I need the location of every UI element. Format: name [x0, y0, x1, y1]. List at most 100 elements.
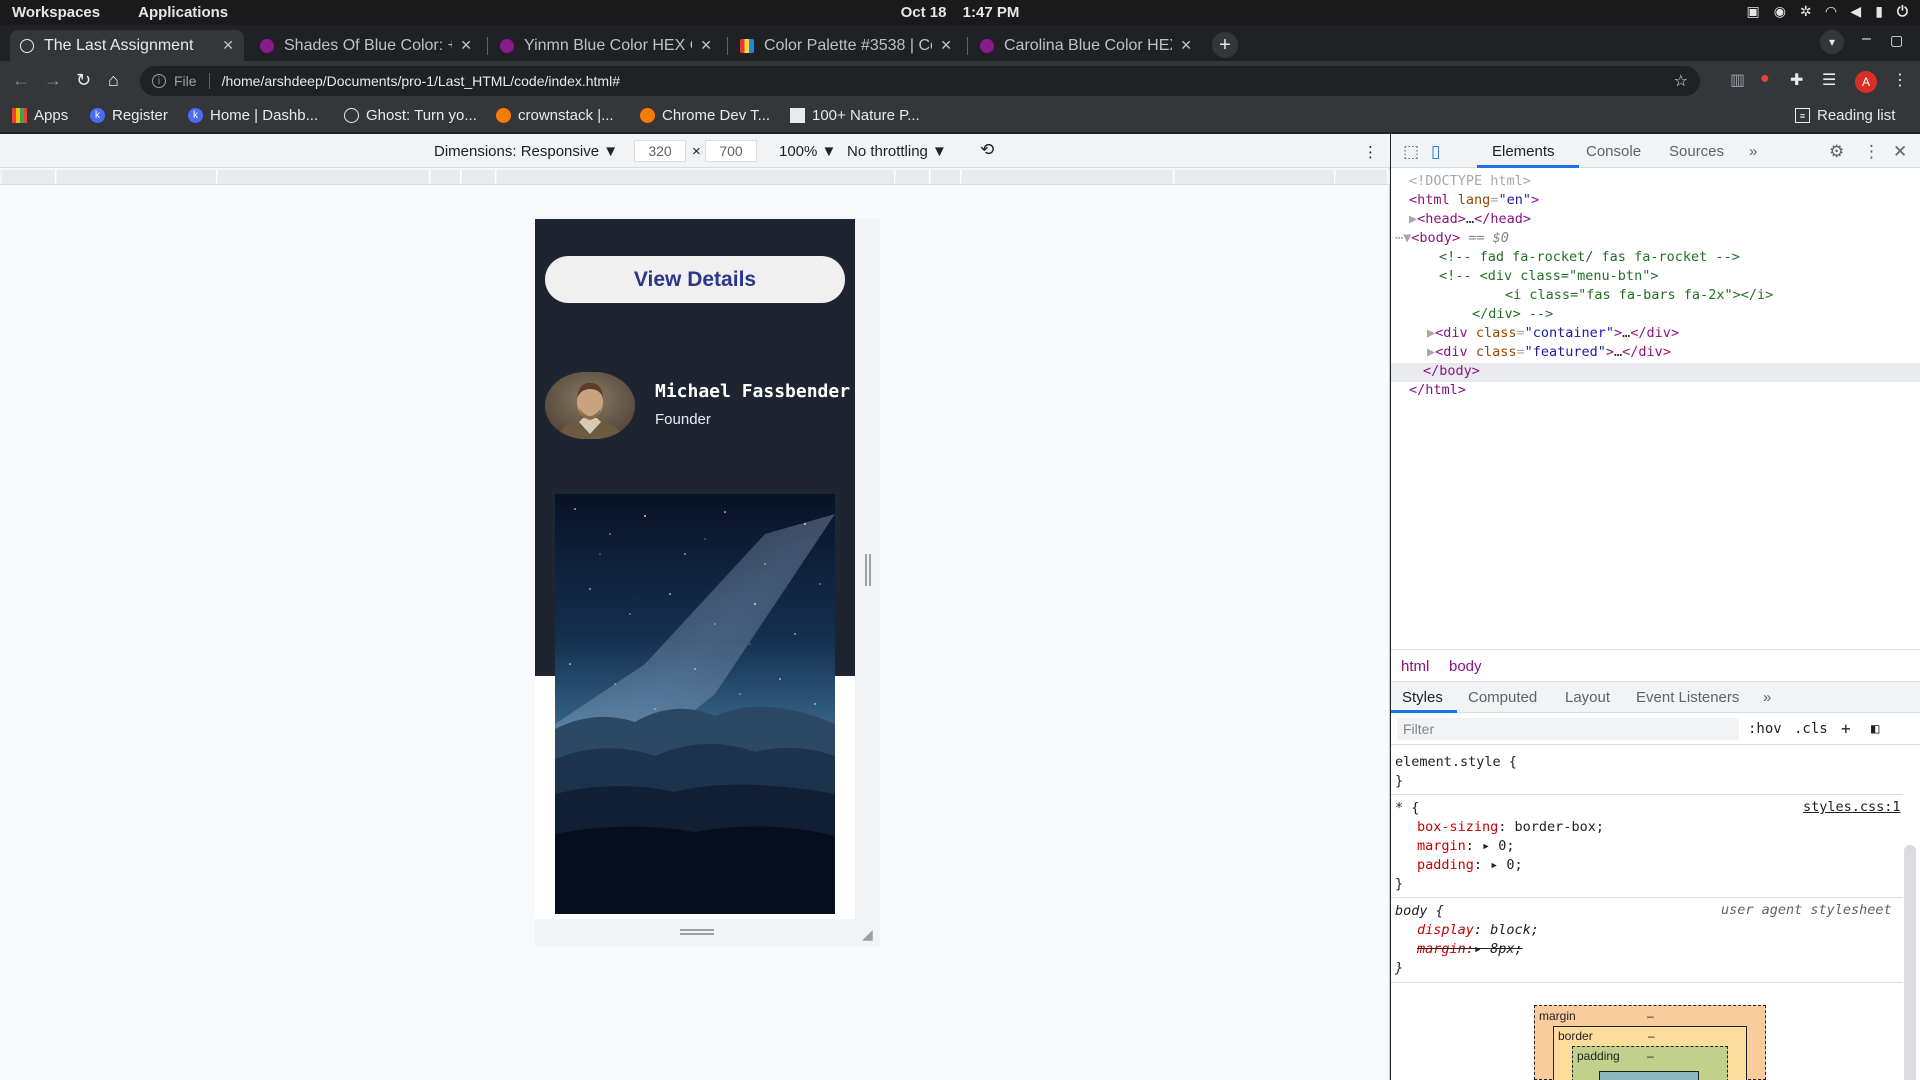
ruler-segment[interactable]: [1336, 170, 1388, 184]
tab-search-icon[interactable]: ▾: [1820, 30, 1844, 54]
ruler-segment[interactable]: [931, 170, 961, 184]
styles-scrollbar[interactable]: [1904, 845, 1916, 1080]
minimize-icon[interactable]: –: [1862, 30, 1871, 48]
device-menu-icon[interactable]: ⋮: [1363, 143, 1378, 161]
dimensions-select[interactable]: Dimensions: Responsive ▼: [434, 143, 618, 160]
new-rule-icon[interactable]: +: [1841, 719, 1851, 738]
ruler-segment[interactable]: [218, 170, 430, 184]
body-selector[interactable]: body {: [1395, 902, 1444, 921]
site-info-icon[interactable]: i: [152, 74, 166, 88]
power-icon[interactable]: ⏻: [1897, 3, 1908, 20]
hover-state-toggle[interactable]: :hov: [1748, 721, 1782, 737]
breadcrumb-body[interactable]: body: [1449, 658, 1482, 675]
volume-icon[interactable]: ◀: [1850, 3, 1861, 20]
device-toggle-icon[interactable]: ▯: [1431, 142, 1440, 162]
stylesheet-link[interactable]: styles.css:1: [1803, 799, 1901, 815]
dom-comment[interactable]: </div> -->: [1472, 305, 1553, 324]
bookmark-home-dashboard[interactable]: k Home | Dashb...: [188, 107, 318, 124]
bookmark-register[interactable]: k Register: [90, 107, 168, 124]
view-details-button[interactable]: View Details: [545, 256, 845, 303]
os-time[interactable]: 1:47 PM: [963, 4, 1020, 21]
extensions-puzzle-icon[interactable]: ✚: [1790, 70, 1803, 90]
tab-layout[interactable]: Layout: [1565, 689, 1610, 706]
ruler-segment[interactable]: [2, 170, 56, 184]
tab-the-last-assignment[interactable]: The Last Assignment ✕: [10, 30, 244, 61]
browser-menu-icon[interactable]: ⋮: [1892, 70, 1908, 90]
close-tab-icon[interactable]: ✕: [940, 37, 952, 54]
close-tab-icon[interactable]: ✕: [700, 37, 712, 54]
tab-styles[interactable]: Styles: [1402, 689, 1443, 706]
more-tabs-icon[interactable]: »: [1763, 689, 1771, 706]
extension-red-icon[interactable]: ●: [1760, 70, 1770, 88]
tab-sources[interactable]: Sources: [1669, 143, 1724, 160]
node-actions-icon[interactable]: ⋯: [1395, 230, 1403, 246]
ruler-segment[interactable]: [431, 170, 461, 184]
dom-body-open[interactable]: ⋯▼<body> == $0: [1395, 229, 1509, 248]
expand-triangle-icon[interactable]: ▶: [1427, 325, 1435, 341]
profile-avatar[interactable]: A: [1855, 71, 1877, 93]
more-tabs-icon[interactable]: »: [1749, 143, 1757, 160]
box-model-value[interactable]: –: [1647, 1049, 1654, 1063]
os-date[interactable]: Oct 18: [901, 4, 947, 21]
dom-doctype[interactable]: <!DOCTYPE html>: [1409, 172, 1531, 191]
height-resize-handle[interactable]: [680, 929, 714, 935]
tab-yinmn-blue[interactable]: Yinmn Blue Color HEX Co ✕: [490, 30, 722, 61]
tab-computed[interactable]: Computed: [1468, 689, 1537, 706]
ruler-segment[interactable]: [1175, 170, 1335, 184]
element-style-rule[interactable]: element.style {: [1395, 753, 1517, 772]
style-declaration[interactable]: display: block;: [1417, 921, 1539, 940]
forward-icon[interactable]: →: [44, 70, 62, 91]
close-devtools-icon[interactable]: ✕: [1893, 142, 1907, 162]
bookmark-crownstack[interactable]: crownstack |...: [496, 107, 614, 124]
ruler-segment[interactable]: [462, 170, 496, 184]
devtools-menu-icon[interactable]: ⋮: [1863, 142, 1880, 162]
dom-comment[interactable]: <!-- fad fa-rocket/ fas fa-rocket -->: [1439, 248, 1740, 267]
throttling-select[interactable]: No throttling ▼: [847, 143, 947, 160]
style-declaration[interactable]: padding: ▸ 0;: [1417, 856, 1523, 875]
expand-triangle-icon[interactable]: ▶: [1427, 344, 1435, 360]
styles-filter-input[interactable]: Filter: [1397, 718, 1739, 740]
back-icon[interactable]: ←: [12, 70, 30, 91]
tab-event-listeners[interactable]: Event Listeners: [1636, 689, 1739, 706]
tab-console[interactable]: Console: [1586, 143, 1641, 160]
width-input[interactable]: 320: [634, 140, 686, 162]
style-declaration[interactable]: box-sizing: border-box;: [1417, 818, 1604, 837]
reading-list-button[interactable]: ≡ Reading list: [1795, 107, 1895, 124]
class-toggle[interactable]: .cls: [1794, 721, 1828, 737]
os-menu-applications[interactable]: Applications: [112, 4, 240, 21]
dom-html-close[interactable]: </html>: [1409, 381, 1466, 400]
bookmark-ghost[interactable]: Ghost: Turn yo...: [344, 107, 477, 124]
tab-shades-of-blue[interactable]: Shades Of Blue Color: +5 ✕: [250, 30, 482, 61]
bookmark-chrome-dev[interactable]: Chrome Dev T...: [640, 107, 770, 124]
ruler-segment[interactable]: [57, 170, 217, 184]
expand-triangle-icon[interactable]: ▶: [1409, 211, 1417, 227]
settings-gear-icon[interactable]: ⚙: [1829, 142, 1844, 162]
close-tab-icon[interactable]: ✕: [460, 37, 472, 54]
url-text[interactable]: /home/arshdeep/Documents/pro-1/Last_HTML…: [222, 73, 620, 89]
box-model-value[interactable]: –: [1648, 1029, 1655, 1043]
overridden-declaration[interactable]: margin:▸ 8px;: [1417, 940, 1523, 959]
discord-icon[interactable]: ◉: [1774, 3, 1786, 20]
ruler-segment[interactable]: [896, 170, 930, 184]
new-tab-button[interactable]: +: [1212, 32, 1238, 58]
close-tab-icon[interactable]: ✕: [222, 37, 234, 54]
dom-comment[interactable]: <i class="fas fa-bars fa-2x"></i>: [1505, 286, 1773, 305]
tab-carolina-blue[interactable]: Carolina Blue Color HEX ✕: [970, 30, 1202, 61]
wifi-icon[interactable]: ◠: [1826, 3, 1837, 20]
bookmark-nature[interactable]: 100+ Nature P...: [790, 107, 920, 124]
dom-comment[interactable]: <!-- <div class="menu-btn">: [1439, 267, 1658, 286]
bookmark-star-icon[interactable]: ☆: [1674, 71, 1688, 91]
slack-icon[interactable]: ✲: [1800, 3, 1812, 20]
corner-resize-handle[interactable]: ◢: [862, 926, 873, 943]
dom-div-container[interactable]: ▶<div class="container">…</div>: [1427, 324, 1679, 343]
zoom-select[interactable]: 100% ▼: [779, 143, 836, 160]
ruler-segment[interactable]: [497, 170, 895, 184]
tab-color-palette[interactable]: Color Palette #3538 | Col ✕: [730, 30, 962, 61]
bookmark-apps[interactable]: Apps: [12, 107, 68, 124]
address-bar[interactable]: i File /home/arshdeep/Documents/pro-1/La…: [140, 66, 1700, 96]
height-input[interactable]: 700: [705, 140, 757, 162]
dom-head[interactable]: ▶<head>…</head>: [1409, 210, 1531, 229]
style-declaration[interactable]: margin: ▸ 0;: [1417, 837, 1515, 856]
universal-selector[interactable]: * {: [1395, 799, 1419, 818]
ruler-segment[interactable]: [962, 170, 1174, 184]
